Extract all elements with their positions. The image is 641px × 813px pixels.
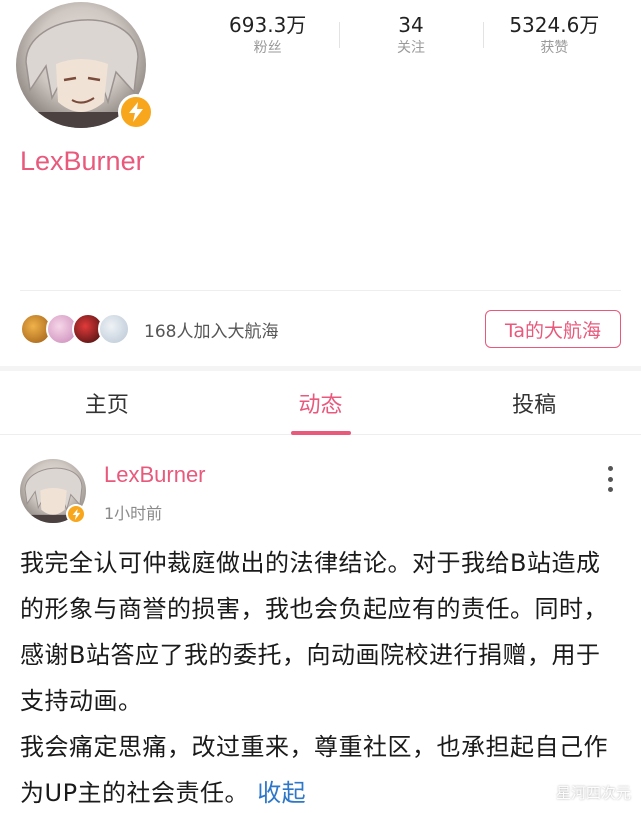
lightning-icon	[66, 504, 86, 524]
profile-username: LexBurner	[20, 146, 145, 176]
stat-value: 34	[398, 13, 424, 37]
lightning-icon	[118, 94, 154, 130]
tab-home[interactable]: 主页	[0, 371, 214, 434]
stat-label: 粉丝	[253, 40, 282, 56]
post-paragraph: 我完全认可仲裁庭做出的法律结论。对于我给B站造成的形象与商誉的损害，我也会负起应…	[20, 549, 608, 715]
collapse-link[interactable]: 收起	[257, 779, 306, 807]
crew-count-text: 168人加入大航海	[144, 321, 279, 342]
profile-stats: 693.3万 粉丝 34 关注 5324.6万 获赞	[196, 12, 626, 64]
profile-tabs: 主页 动态 投稿	[0, 371, 641, 435]
post-timestamp: 1小时前	[104, 504, 163, 523]
tab-dynamics[interactable]: 动态	[214, 371, 428, 435]
crew-button[interactable]: Ta的大航海	[485, 310, 621, 348]
crew-row[interactable]: 168人加入大航海	[20, 312, 278, 346]
tab-uploads[interactable]: 投稿	[427, 371, 641, 434]
post-paragraph: 我会痛定思痛，改过重来，尊重社区，也承担起自己作为UP主的社会责任。 收起	[20, 724, 624, 813]
stat-followers[interactable]: 693.3万 粉丝	[196, 12, 339, 64]
profile-avatar[interactable]	[16, 2, 154, 130]
stat-value: 693.3万	[229, 13, 307, 37]
profile-page: 693.3万 粉丝 34 关注 5324.6万 获赞 LexBurner 168…	[0, 0, 641, 813]
more-options-icon[interactable]	[605, 466, 615, 492]
stat-value: 5324.6万	[509, 13, 600, 37]
post-author-name[interactable]: LexBurner	[104, 462, 206, 488]
crew-avatars	[20, 313, 130, 345]
stat-label: 获赞	[540, 40, 569, 56]
stat-likes[interactable]: 5324.6万 获赞	[482, 12, 626, 64]
section-divider	[20, 290, 621, 291]
post-content: 我完全认可仲裁庭做出的法律结论。对于我给B站造成的形象与商誉的损害，我也会负起应…	[20, 540, 624, 813]
stat-following[interactable]: 34 关注	[339, 12, 482, 64]
post-paragraph-text: 我会痛定思痛，改过重来，尊重社区，也承担起自己作为UP主的社会责任。	[20, 733, 608, 807]
stat-label: 关注	[396, 40, 425, 56]
crew-avatar	[98, 313, 130, 345]
watermark: 星河四次元	[555, 784, 631, 802]
